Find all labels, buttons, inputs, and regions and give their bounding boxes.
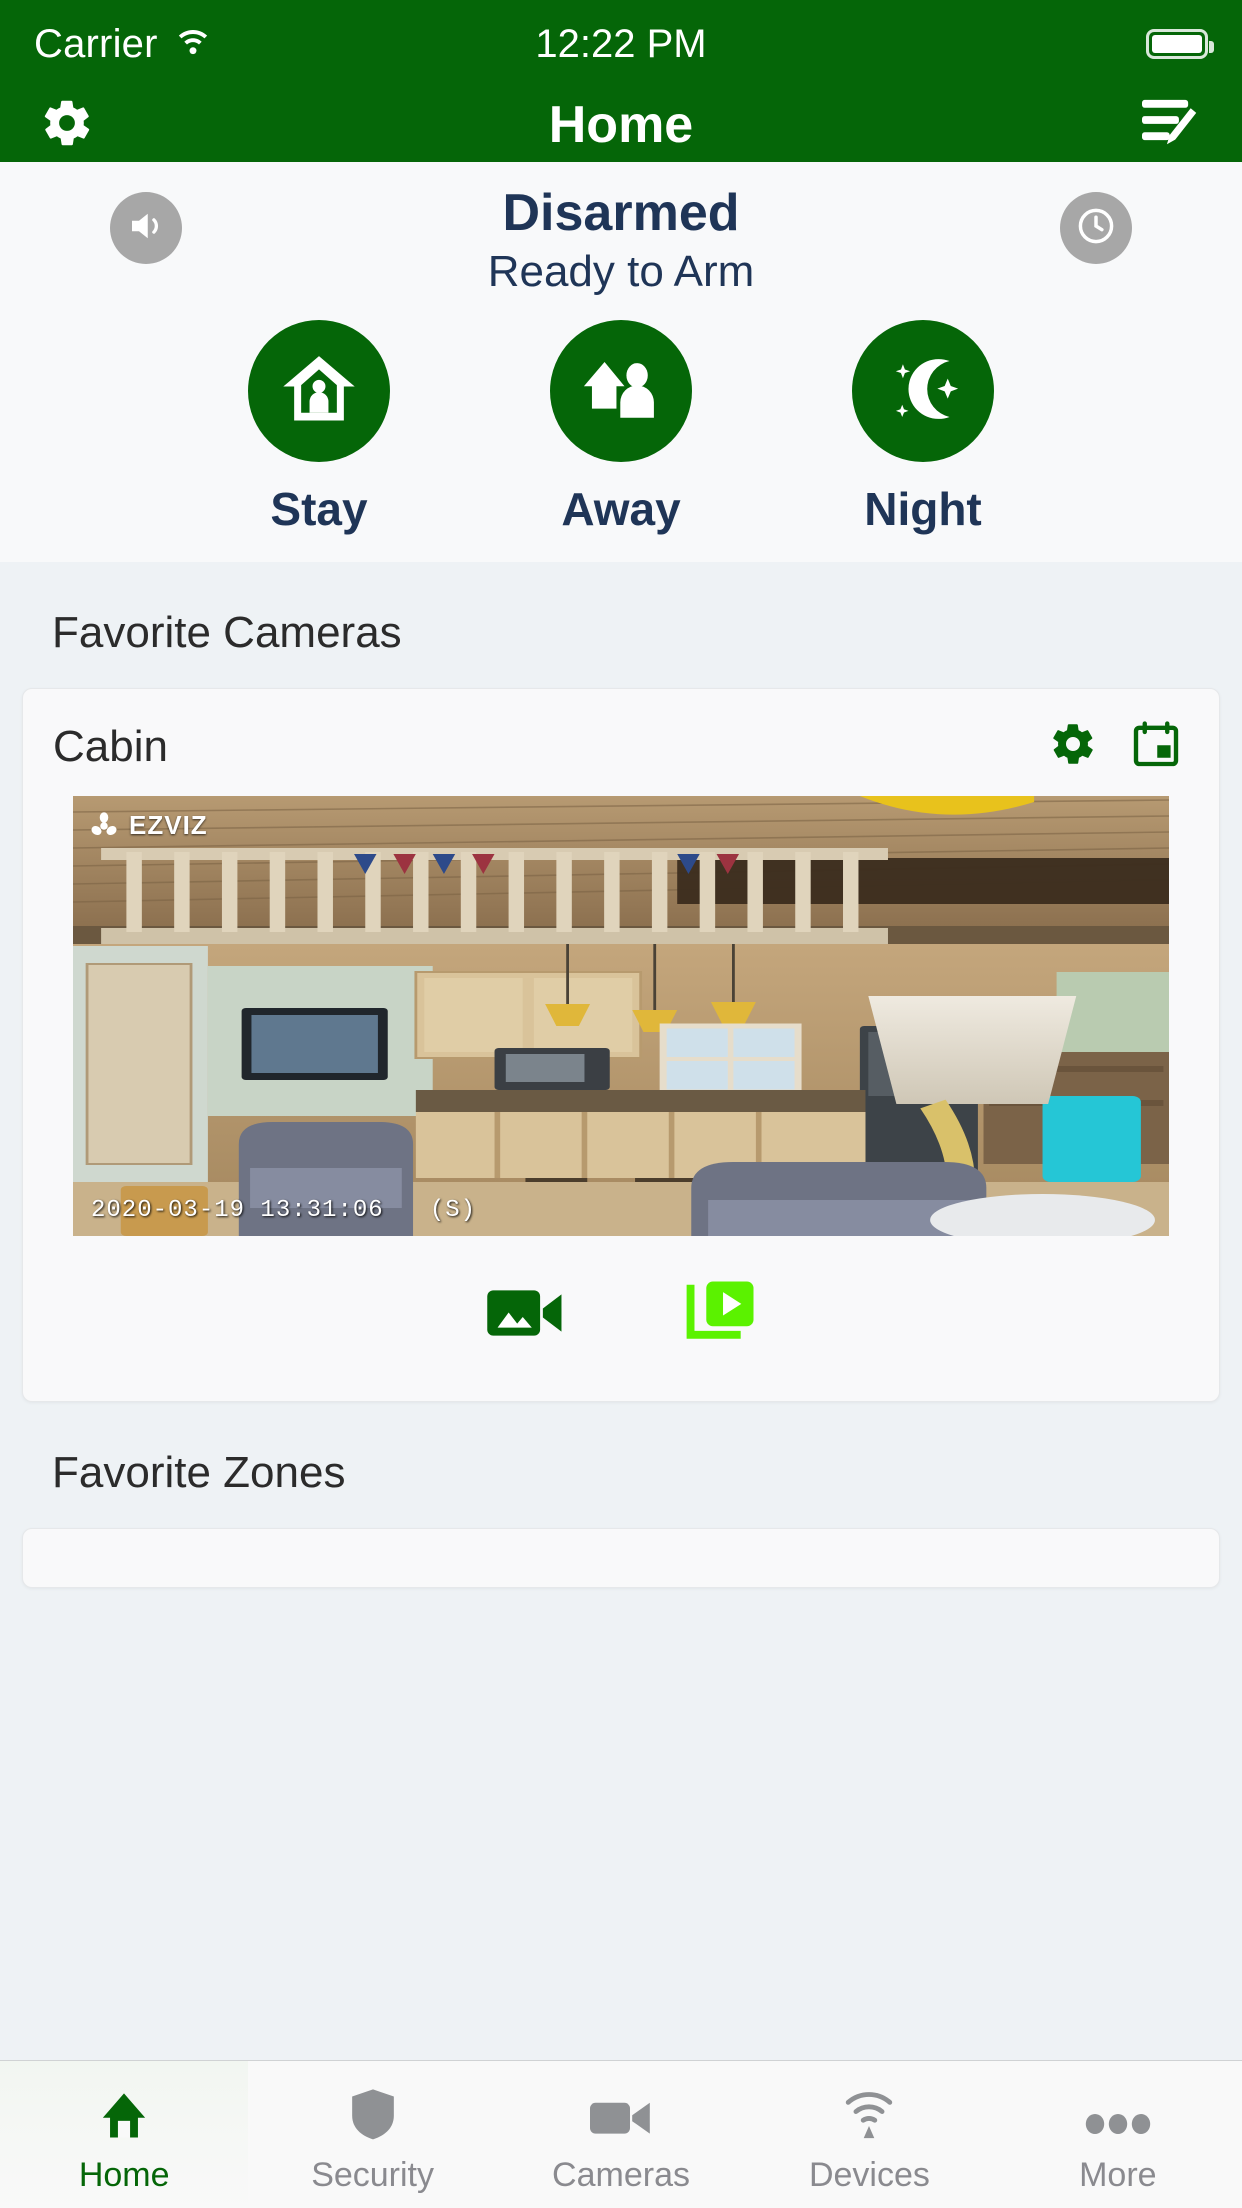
home-icon	[96, 2084, 152, 2142]
camera-brand-overlay: EZVIZ	[89, 810, 208, 841]
house-person-icon	[277, 347, 361, 436]
camera-card-actions	[1049, 719, 1181, 774]
status-bar-time: 12:22 PM	[535, 21, 707, 66]
nav-bar: Home	[0, 88, 1242, 162]
tab-security[interactable]: Security	[248, 2061, 496, 2208]
app-screen: Carrier 12:22 PM Home Disarmed Ready to …	[0, 0, 1242, 2208]
arm-mode-away[interactable]: Away	[526, 320, 716, 536]
arm-mode-stay-label: Stay	[270, 483, 368, 535]
tab-home-label: Home	[78, 2156, 170, 2194]
zone-card[interactable]	[22, 1528, 1220, 1588]
battery-full-icon	[1146, 29, 1214, 59]
moon-stars-icon	[880, 346, 966, 437]
camera-feed-wrapper: EZVIZ 2020-03-19 13:31:06 (S)	[23, 796, 1219, 1236]
edit-list-icon	[1142, 97, 1202, 154]
camera-card[interactable]: Cabin EZVIZ 2020-03-19 13:31:06 (S)	[22, 688, 1220, 1402]
arm-mode-stay[interactable]: Stay	[224, 320, 414, 536]
clock-icon	[1074, 204, 1118, 253]
camera-calendar-button[interactable]	[1131, 719, 1181, 774]
gear-icon	[40, 96, 94, 155]
arm-mode-night-label: Night	[864, 483, 982, 535]
edit-button[interactable]	[1142, 97, 1202, 154]
arm-mode-stay-circle	[248, 320, 390, 462]
snapshot-button[interactable]	[486, 1280, 564, 1351]
shield-icon	[348, 2084, 398, 2142]
bottom-tab-bar: Home Security Cameras Devices More	[0, 2060, 1242, 2208]
tab-more[interactable]: More	[994, 2061, 1242, 2208]
tab-cameras[interactable]: Cameras	[497, 2061, 745, 2208]
tab-devices-label: Devices	[808, 2156, 930, 2194]
page-title: Home	[548, 96, 694, 154]
gear-icon	[1049, 720, 1097, 773]
history-button[interactable]	[1060, 192, 1132, 264]
ezviz-logo-icon	[89, 811, 119, 841]
status-bar: Carrier 12:22 PM	[0, 0, 1242, 88]
arm-mode-night[interactable]: Night	[828, 320, 1018, 536]
camera-action-buttons	[23, 1236, 1219, 1401]
security-status-text: Disarmed Ready to Arm	[488, 180, 755, 299]
tab-devices[interactable]: Devices	[745, 2061, 993, 2208]
security-status-row: Disarmed Ready to Arm	[0, 180, 1242, 310]
arm-mode-night-circle	[852, 320, 994, 462]
clips-button[interactable]	[684, 1280, 756, 1351]
camera-settings-button[interactable]	[1049, 720, 1097, 773]
camera-brand-label: EZVIZ	[129, 810, 208, 840]
tab-cameras-label: Cameras	[552, 2156, 690, 2194]
favorite-zones-title: Favorite Zones	[52, 1448, 346, 1497]
arm-status: Disarmed	[502, 184, 740, 242]
calendar-icon	[1131, 719, 1181, 774]
tab-more-label: More	[1079, 2156, 1157, 2194]
tab-home[interactable]: Home	[0, 2061, 249, 2208]
camera-feed-image	[73, 796, 1169, 1236]
camera-live-feed[interactable]: EZVIZ 2020-03-19 13:31:06 (S)	[73, 796, 1169, 1236]
arm-mode-away-label: Away	[561, 483, 681, 535]
status-bar-right	[1146, 29, 1214, 59]
tab-security-label: Security	[311, 2156, 435, 2194]
ellipsis-icon	[1085, 2084, 1151, 2142]
arm-mode-away-circle	[550, 320, 692, 462]
signal-icon	[840, 2084, 898, 2142]
arm-mode-buttons: Stay Away Night	[0, 320, 1242, 536]
settings-button[interactable]	[40, 96, 94, 155]
camera-name: Cabin	[53, 721, 168, 771]
speaker-icon	[125, 205, 167, 252]
video-camera-icon	[589, 2084, 653, 2142]
camera-card-header: Cabin	[23, 689, 1219, 796]
main-content[interactable]: Favorite Cameras Cabin EZVIZ 2020-03-19 …	[0, 562, 1242, 2208]
security-panel: Disarmed Ready to Arm Stay Away Night	[0, 162, 1242, 562]
house-arrow-person-icon	[579, 347, 663, 436]
video-snapshot-icon	[486, 1282, 564, 1349]
favorite-cameras-title: Favorite Cameras	[52, 608, 402, 657]
arm-substatus: Ready to Arm	[487, 246, 755, 296]
camera-timestamp-overlay: 2020-03-19 13:31:06 (S)	[91, 1197, 477, 1224]
clips-play-icon	[684, 1280, 756, 1351]
sound-toggle-button[interactable]	[110, 192, 182, 264]
